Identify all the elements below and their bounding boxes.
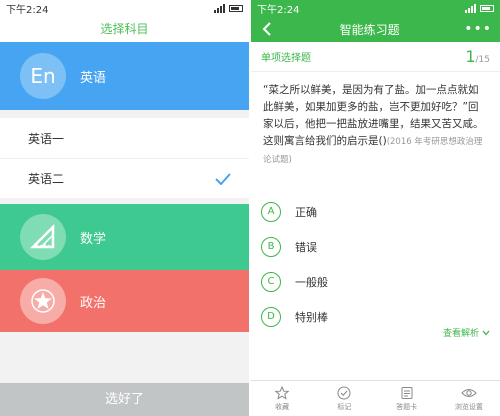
question-header: 单项选择题 1/15 xyxy=(251,42,500,72)
question-text: “菜之所以鲜美，是因为有了盐。加一点点就如此鲜美，如果加更多的盐，岂不更加好吃？… xyxy=(263,84,484,165)
confirm-button[interactable]: 选好了 xyxy=(0,383,249,416)
star-icon xyxy=(275,385,290,400)
eye-icon xyxy=(461,388,477,397)
option-letter: B xyxy=(261,236,281,257)
page-title: 智能练习题 xyxy=(339,22,400,37)
more-icon[interactable]: ••• xyxy=(464,22,492,36)
subject-english[interactable]: En 英语 xyxy=(0,42,249,110)
battery-icon xyxy=(480,4,494,12)
tab-mark[interactable]: 标记 xyxy=(313,381,375,416)
option-label: 英语一 xyxy=(28,131,65,146)
list-item[interactable]: 英语一 xyxy=(0,118,249,158)
option-text: 一般般 xyxy=(295,275,328,289)
option-b[interactable]: B 错误 xyxy=(251,229,500,264)
english-badge-icon: En xyxy=(20,53,66,99)
subject-label: 英语 xyxy=(80,70,107,86)
star-icon xyxy=(20,278,66,324)
option-letter: D xyxy=(261,306,281,327)
triangle-ruler-icon xyxy=(20,214,66,260)
status-time: 下午2:24 xyxy=(6,4,49,16)
list-item[interactable]: 英语二 xyxy=(0,158,249,198)
option-text: 正确 xyxy=(295,205,317,219)
status-bar: 下午2:24 xyxy=(251,0,500,16)
subject-label: 数学 xyxy=(80,231,107,247)
option-text: 特别棒 xyxy=(295,310,328,324)
option-text: 错误 xyxy=(295,240,317,254)
signal-icon xyxy=(214,3,225,13)
tab-view-settings[interactable]: 浏览设置 xyxy=(438,381,500,416)
signal-icon xyxy=(465,3,476,13)
option-letter: C xyxy=(261,271,281,292)
tab-label: 浏览设置 xyxy=(454,402,483,411)
tab-favorite[interactable]: 收藏 xyxy=(251,381,313,416)
option-label: 英语二 xyxy=(28,172,65,186)
tab-label: 答题卡 xyxy=(396,402,418,411)
subject-math[interactable]: 数学 xyxy=(0,204,249,270)
chevron-down-icon xyxy=(482,330,490,335)
view-analysis-link[interactable]: 查看解析 xyxy=(443,326,490,339)
check-circle-icon xyxy=(337,386,351,399)
back-chevron-icon[interactable] xyxy=(259,20,275,38)
tab-label: 收藏 xyxy=(275,402,290,411)
bottom-tab-bar: 收藏 标记 答题卡 浏览设置 xyxy=(251,380,500,416)
battery-icon xyxy=(229,4,243,12)
status-bar: 下午2:24 xyxy=(0,0,249,16)
question-progress: 1/15 xyxy=(465,47,490,66)
subject-label: 政治 xyxy=(80,295,107,311)
option-c[interactable]: C 一般般 xyxy=(251,264,500,299)
practice-screen: 下午2:24 智能练习题 ••• 单项选择题 1/15 “菜之所以鲜美，是因为有… xyxy=(251,0,500,416)
english-options-list: 英语一 英语二 xyxy=(0,118,249,198)
option-letter: A xyxy=(261,201,281,222)
option-a[interactable]: A 正确 xyxy=(251,194,500,229)
subject-select-screen: 下午2:24 选择科目 En 英语 英语一 英语二 数学 政治 选好了 xyxy=(0,0,249,416)
subject-politics[interactable]: 政治 xyxy=(0,270,249,332)
answer-card-icon xyxy=(401,386,413,399)
tab-answer-card[interactable]: 答题卡 xyxy=(376,381,438,416)
nav-bar: 智能练习题 ••• xyxy=(251,16,500,42)
status-time: 下午2:24 xyxy=(257,4,300,16)
tab-label: 标记 xyxy=(337,402,352,411)
question-type: 单项选择题 xyxy=(261,53,311,64)
page-title: 选择科目 xyxy=(0,16,249,42)
check-icon xyxy=(215,172,231,185)
